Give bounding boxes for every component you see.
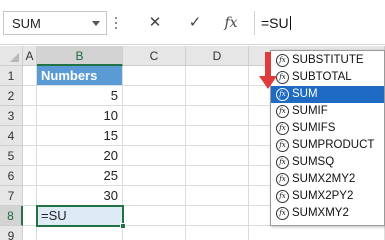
cell-d9[interactable]	[186, 226, 249, 240]
autocomplete-item-label: SUMXMY2	[292, 207, 349, 219]
autocomplete-item-label: SUMX2PY2	[292, 190, 354, 202]
autocomplete-item-label: SUBSTITUTE	[292, 54, 364, 66]
name-box-value: SUM	[12, 16, 41, 31]
function-icon: fx	[276, 122, 289, 135]
function-icon: fx	[276, 105, 289, 118]
formula-bar: SUM ✕ ✓ fx =SU	[0, 0, 385, 45]
select-all-button[interactable]	[0, 46, 23, 66]
cell-d6[interactable]	[186, 166, 249, 186]
cell-c4[interactable]	[123, 126, 186, 146]
cell-d8[interactable]	[186, 206, 249, 226]
column-header-b[interactable]: B	[37, 46, 123, 66]
cell-a9[interactable]	[23, 226, 37, 240]
cell-d1[interactable]	[186, 66, 249, 86]
cell-d3[interactable]	[186, 106, 249, 126]
cell-e9[interactable]	[249, 226, 385, 240]
autocomplete-item-label: SUM	[292, 88, 318, 100]
autocomplete-item-sumx2my2[interactable]: fx SUMX2MY2	[271, 171, 384, 188]
cell-b3[interactable]: 10	[37, 106, 123, 126]
cell-d5[interactable]	[186, 146, 249, 166]
autocomplete-item-sumx2py2[interactable]: fx SUMX2PY2	[271, 188, 384, 205]
function-icon: fx	[276, 173, 289, 186]
cell-a6[interactable]	[23, 166, 37, 186]
cell-c6[interactable]	[123, 166, 186, 186]
row-header-4[interactable]: 4	[0, 126, 23, 146]
function-autocomplete-list: fx SUBSTITUTE fx SUBTOTAL fx SUM fx SUMI…	[270, 50, 385, 226]
autocomplete-item-label: SUMIFS	[292, 122, 336, 134]
chevron-down-icon[interactable]	[92, 21, 100, 26]
cell-c7[interactable]	[123, 186, 186, 206]
row-header-3[interactable]: 3	[0, 106, 23, 126]
cell-b9[interactable]	[37, 227, 123, 240]
cell-a1[interactable]	[23, 66, 37, 86]
cell-b2[interactable]: 5	[37, 86, 123, 106]
cell-a5[interactable]	[23, 146, 37, 166]
autocomplete-item-label: SUMPRODUCT	[292, 139, 375, 151]
cell-b8-active[interactable]: =SU	[36, 205, 124, 227]
autocomplete-item-sum[interactable]: fx SUM	[271, 86, 384, 103]
formula-text: =SU	[261, 15, 291, 31]
cell-b5[interactable]: 20	[37, 146, 123, 166]
cell-b4[interactable]: 15	[37, 126, 123, 146]
column-header-a[interactable]: A	[23, 46, 37, 66]
row-header-5[interactable]: 5	[0, 146, 23, 166]
cell-c8[interactable]	[124, 206, 186, 226]
text-caret	[289, 16, 291, 30]
row-header-6[interactable]: 6	[0, 166, 23, 186]
annotation-arrow-icon	[259, 52, 277, 89]
autocomplete-item-label: SUMIF	[292, 105, 328, 117]
cell-c1[interactable]	[123, 66, 186, 86]
row-header-7[interactable]: 7	[0, 186, 23, 206]
cell-a8[interactable]	[23, 206, 37, 226]
autocomplete-item-sumifs[interactable]: fx SUMIFS	[271, 120, 384, 137]
autocomplete-item-subtotal[interactable]: fx SUBTOTAL	[271, 69, 384, 86]
enter-button[interactable]: ✓	[180, 11, 210, 35]
row-header-1[interactable]: 1	[0, 66, 23, 86]
formula-input[interactable]: =SU	[254, 11, 385, 35]
select-all-icon	[10, 53, 19, 62]
name-box[interactable]: SUM	[3, 11, 107, 35]
function-icon: fx	[276, 190, 289, 203]
function-icon: fx	[276, 156, 289, 169]
cell-b1[interactable]: Numbers	[37, 66, 123, 86]
cell-b7[interactable]: 30	[37, 186, 123, 206]
autocomplete-item-label: SUBTOTAL	[292, 71, 352, 83]
grip-dots-icon[interactable]	[114, 17, 118, 29]
cell-c3[interactable]	[123, 106, 186, 126]
insert-function-button[interactable]: fx	[216, 11, 246, 35]
cell-a3[interactable]	[23, 106, 37, 126]
cell-d7[interactable]	[186, 186, 249, 206]
fill-handle[interactable]	[120, 223, 126, 229]
cell-c9[interactable]	[123, 226, 186, 240]
cell-c5[interactable]	[123, 146, 186, 166]
formula-value: =SU	[261, 15, 289, 31]
function-icon: fx	[276, 207, 289, 220]
autocomplete-item-sumsq[interactable]: fx SUMSQ	[271, 154, 384, 171]
autocomplete-item-substitute[interactable]: fx SUBSTITUTE	[271, 52, 384, 69]
cell-b6[interactable]: 25	[37, 166, 123, 186]
cell-d2[interactable]	[186, 86, 249, 106]
autocomplete-item-sumif[interactable]: fx SUMIF	[271, 103, 384, 120]
function-icon: fx	[276, 139, 289, 152]
autocomplete-item-label: SUMX2MY2	[292, 173, 356, 185]
autocomplete-item-sumxmy2[interactable]: fx SUMXMY2	[271, 205, 384, 222]
row-header-2[interactable]: 2	[0, 86, 23, 106]
cell-a2[interactable]	[23, 86, 37, 106]
cell-d4[interactable]	[186, 126, 249, 146]
cell-a7[interactable]	[23, 186, 37, 206]
cancel-button[interactable]: ✕	[140, 11, 170, 35]
row-header-9[interactable]: 9	[0, 226, 23, 240]
column-header-c[interactable]: C	[123, 46, 186, 66]
cell-c2[interactable]	[123, 86, 186, 106]
autocomplete-item-label: SUMSQ	[292, 156, 335, 168]
row-header-8[interactable]: 8	[0, 206, 23, 226]
autocomplete-item-sumproduct[interactable]: fx SUMPRODUCT	[271, 137, 384, 154]
column-header-d[interactable]: D	[186, 46, 249, 66]
cell-a4[interactable]	[23, 126, 37, 146]
